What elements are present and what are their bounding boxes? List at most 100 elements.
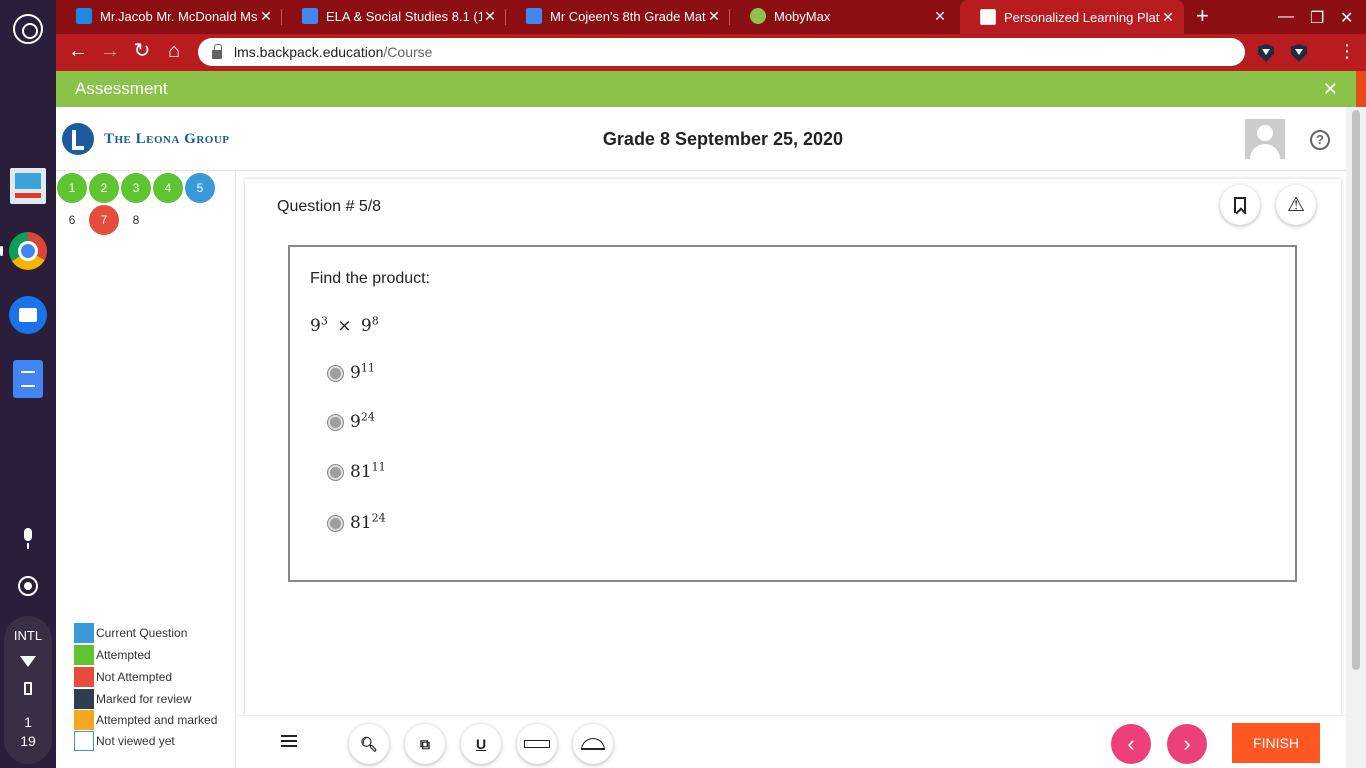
question-number-button[interactable]: 4 bbox=[153, 173, 183, 203]
launcher-icon[interactable] bbox=[13, 14, 43, 44]
files-icon[interactable] bbox=[9, 296, 47, 334]
assistant-icon[interactable] bbox=[18, 576, 38, 596]
question-number-button[interactable]: 8 bbox=[121, 205, 151, 235]
tab-math[interactable]: Mr Cojeen's 8th Grade Math W ✕ bbox=[506, 0, 730, 32]
docs-icon bbox=[526, 8, 542, 24]
radio-button[interactable] bbox=[328, 365, 343, 381]
back-button[interactable]: ← bbox=[66, 40, 90, 62]
close-window-icon[interactable]: ✕ bbox=[1340, 8, 1353, 28]
keyboard-layout-label: INTL bbox=[13, 628, 43, 643]
answer-option[interactable]: 8124 bbox=[328, 511, 386, 533]
legend-label: Not Attempted bbox=[96, 670, 173, 684]
classroom-icon bbox=[76, 8, 92, 24]
clock-hour: 1 bbox=[24, 714, 32, 730]
minimize-icon[interactable]: — bbox=[1278, 8, 1294, 26]
tab-title: ELA & Social Studies 8.1 (10-1 bbox=[326, 8, 482, 24]
legend-label: Marked for review bbox=[96, 692, 192, 706]
wifi-icon bbox=[20, 656, 36, 667]
extension-shield-icon[interactable] bbox=[1258, 44, 1274, 62]
legend-label: Not viewed yet bbox=[96, 734, 175, 748]
option-label: 8124 bbox=[350, 511, 386, 533]
legend-item: Not viewed yet bbox=[74, 731, 175, 751]
reload-button[interactable]: ↻ bbox=[130, 40, 154, 62]
tab-title: Mr Cojeen's 8th Grade Math W bbox=[550, 8, 706, 24]
page-header: The Leona Group Grade 8 September 25, 20… bbox=[56, 107, 1346, 171]
address-bar[interactable]: lms.backpack.education/Course bbox=[198, 38, 1245, 66]
close-icon[interactable]: ✕ bbox=[706, 8, 722, 25]
report-button[interactable]: ⚠ bbox=[1276, 185, 1316, 225]
notes-button[interactable]: ⧉ bbox=[405, 724, 445, 764]
legend-label: Attempted and marked bbox=[96, 713, 218, 727]
radio-button[interactable] bbox=[328, 515, 343, 531]
tab-title: Personalized Learning Platfor bbox=[1004, 9, 1160, 25]
close-icon[interactable]: ✕ bbox=[258, 8, 274, 25]
question-number-button[interactable]: 5 bbox=[185, 173, 215, 203]
previous-question-button[interactable]: ‹ bbox=[1111, 724, 1151, 764]
lock-icon bbox=[212, 43, 222, 59]
chrome-icon[interactable] bbox=[9, 232, 47, 270]
legend-label: Current Question bbox=[96, 626, 188, 640]
legend-swatch bbox=[74, 645, 94, 665]
radio-button[interactable] bbox=[328, 464, 343, 480]
assessment-title: Assessment bbox=[75, 79, 168, 98]
question-number-button[interactable]: 6 bbox=[57, 205, 87, 235]
question-number-button[interactable]: 3 bbox=[121, 173, 151, 203]
tab-classroom[interactable]: Mr.Jacob Mr. McDonald Ms. W ✕ bbox=[56, 0, 282, 32]
chromeos-shelf: INTL 1 19 bbox=[0, 0, 56, 768]
forward-button[interactable]: → bbox=[98, 40, 122, 62]
avatar[interactable] bbox=[1245, 119, 1285, 159]
option-label: 8111 bbox=[350, 460, 386, 482]
answer-option[interactable]: 8111 bbox=[328, 460, 386, 482]
tab-personalized-learning[interactable]: Personalized Learning Platfor ✕ bbox=[960, 0, 1184, 34]
question-panel: Question # 5/8 ⚠ Find the product: 93 × … bbox=[245, 179, 1341, 768]
scrollbar-thumb[interactable] bbox=[1352, 110, 1360, 670]
browser-toolbar: ← → ↻ ⌂ lms.backpack.education/Course ⋮ bbox=[56, 34, 1366, 71]
close-assessment-button[interactable]: ✕ bbox=[1323, 79, 1338, 100]
answer-option[interactable]: 911 bbox=[328, 361, 375, 383]
help-icon[interactable]: ? bbox=[1310, 130, 1330, 150]
new-tab-button[interactable]: + bbox=[1196, 5, 1209, 27]
question-number-button[interactable]: 2 bbox=[89, 173, 119, 203]
clock-minute: 19 bbox=[20, 733, 36, 749]
zoom-button[interactable]: 🔍︎ bbox=[349, 724, 389, 764]
tab-ela-social-studies[interactable]: ELA & Social Studies 8.1 (10-1 ✕ bbox=[282, 0, 506, 32]
question-label: Question # 5/8 bbox=[277, 198, 382, 215]
legend-swatch bbox=[74, 689, 94, 709]
home-button[interactable]: ⌂ bbox=[162, 40, 186, 62]
menu-icon[interactable] bbox=[281, 735, 297, 747]
legend-swatch bbox=[74, 710, 94, 730]
question-number-button[interactable]: 1 bbox=[57, 173, 87, 203]
finish-button[interactable]: FINISH bbox=[1232, 723, 1320, 763]
close-icon[interactable]: ✕ bbox=[932, 8, 948, 25]
radio-button[interactable] bbox=[328, 414, 343, 430]
tab-title: Mr.Jacob Mr. McDonald Ms. W bbox=[100, 8, 258, 24]
learning-app-icon[interactable] bbox=[10, 168, 46, 204]
underline-button[interactable]: U bbox=[461, 724, 501, 764]
zoom-icon: 🔍︎ bbox=[360, 735, 378, 752]
legend-item: Attempted bbox=[74, 645, 151, 665]
ruler-button[interactable] bbox=[517, 724, 557, 764]
bottom-toolbar: 🔍︎ ⧉ U ‹ › FINISH bbox=[237, 715, 1346, 768]
legend-swatch bbox=[74, 623, 94, 643]
running-indicator bbox=[0, 246, 3, 256]
browser-menu-icon[interactable]: ⋮ bbox=[1338, 42, 1356, 60]
legend-item: Attempted and marked bbox=[74, 710, 217, 730]
next-question-button[interactable]: › bbox=[1167, 724, 1207, 764]
tab-title: MobyMax bbox=[774, 8, 831, 24]
question-expression: 93 × 98 bbox=[310, 314, 379, 336]
answer-option[interactable]: 924 bbox=[328, 411, 375, 432]
protractor-button[interactable] bbox=[573, 724, 613, 764]
warning-icon: ⚠ bbox=[1287, 194, 1305, 216]
docs-app-icon[interactable] bbox=[13, 360, 43, 398]
extension-shield-icon[interactable] bbox=[1291, 44, 1307, 62]
ruler-icon bbox=[524, 740, 550, 748]
microphone-icon[interactable] bbox=[20, 528, 36, 550]
option-label: 911 bbox=[350, 361, 375, 383]
question-prompt: Find the product: bbox=[310, 270, 431, 287]
tab-mobymax[interactable]: MobyMax ✕ bbox=[730, 0, 956, 32]
close-icon[interactable]: ✕ bbox=[1160, 9, 1176, 26]
bookmark-button[interactable] bbox=[1220, 185, 1260, 225]
question-number-button[interactable]: 7 bbox=[89, 205, 119, 235]
maximize-icon[interactable]: ❐ bbox=[1310, 8, 1324, 28]
close-icon[interactable]: ✕ bbox=[482, 8, 498, 25]
